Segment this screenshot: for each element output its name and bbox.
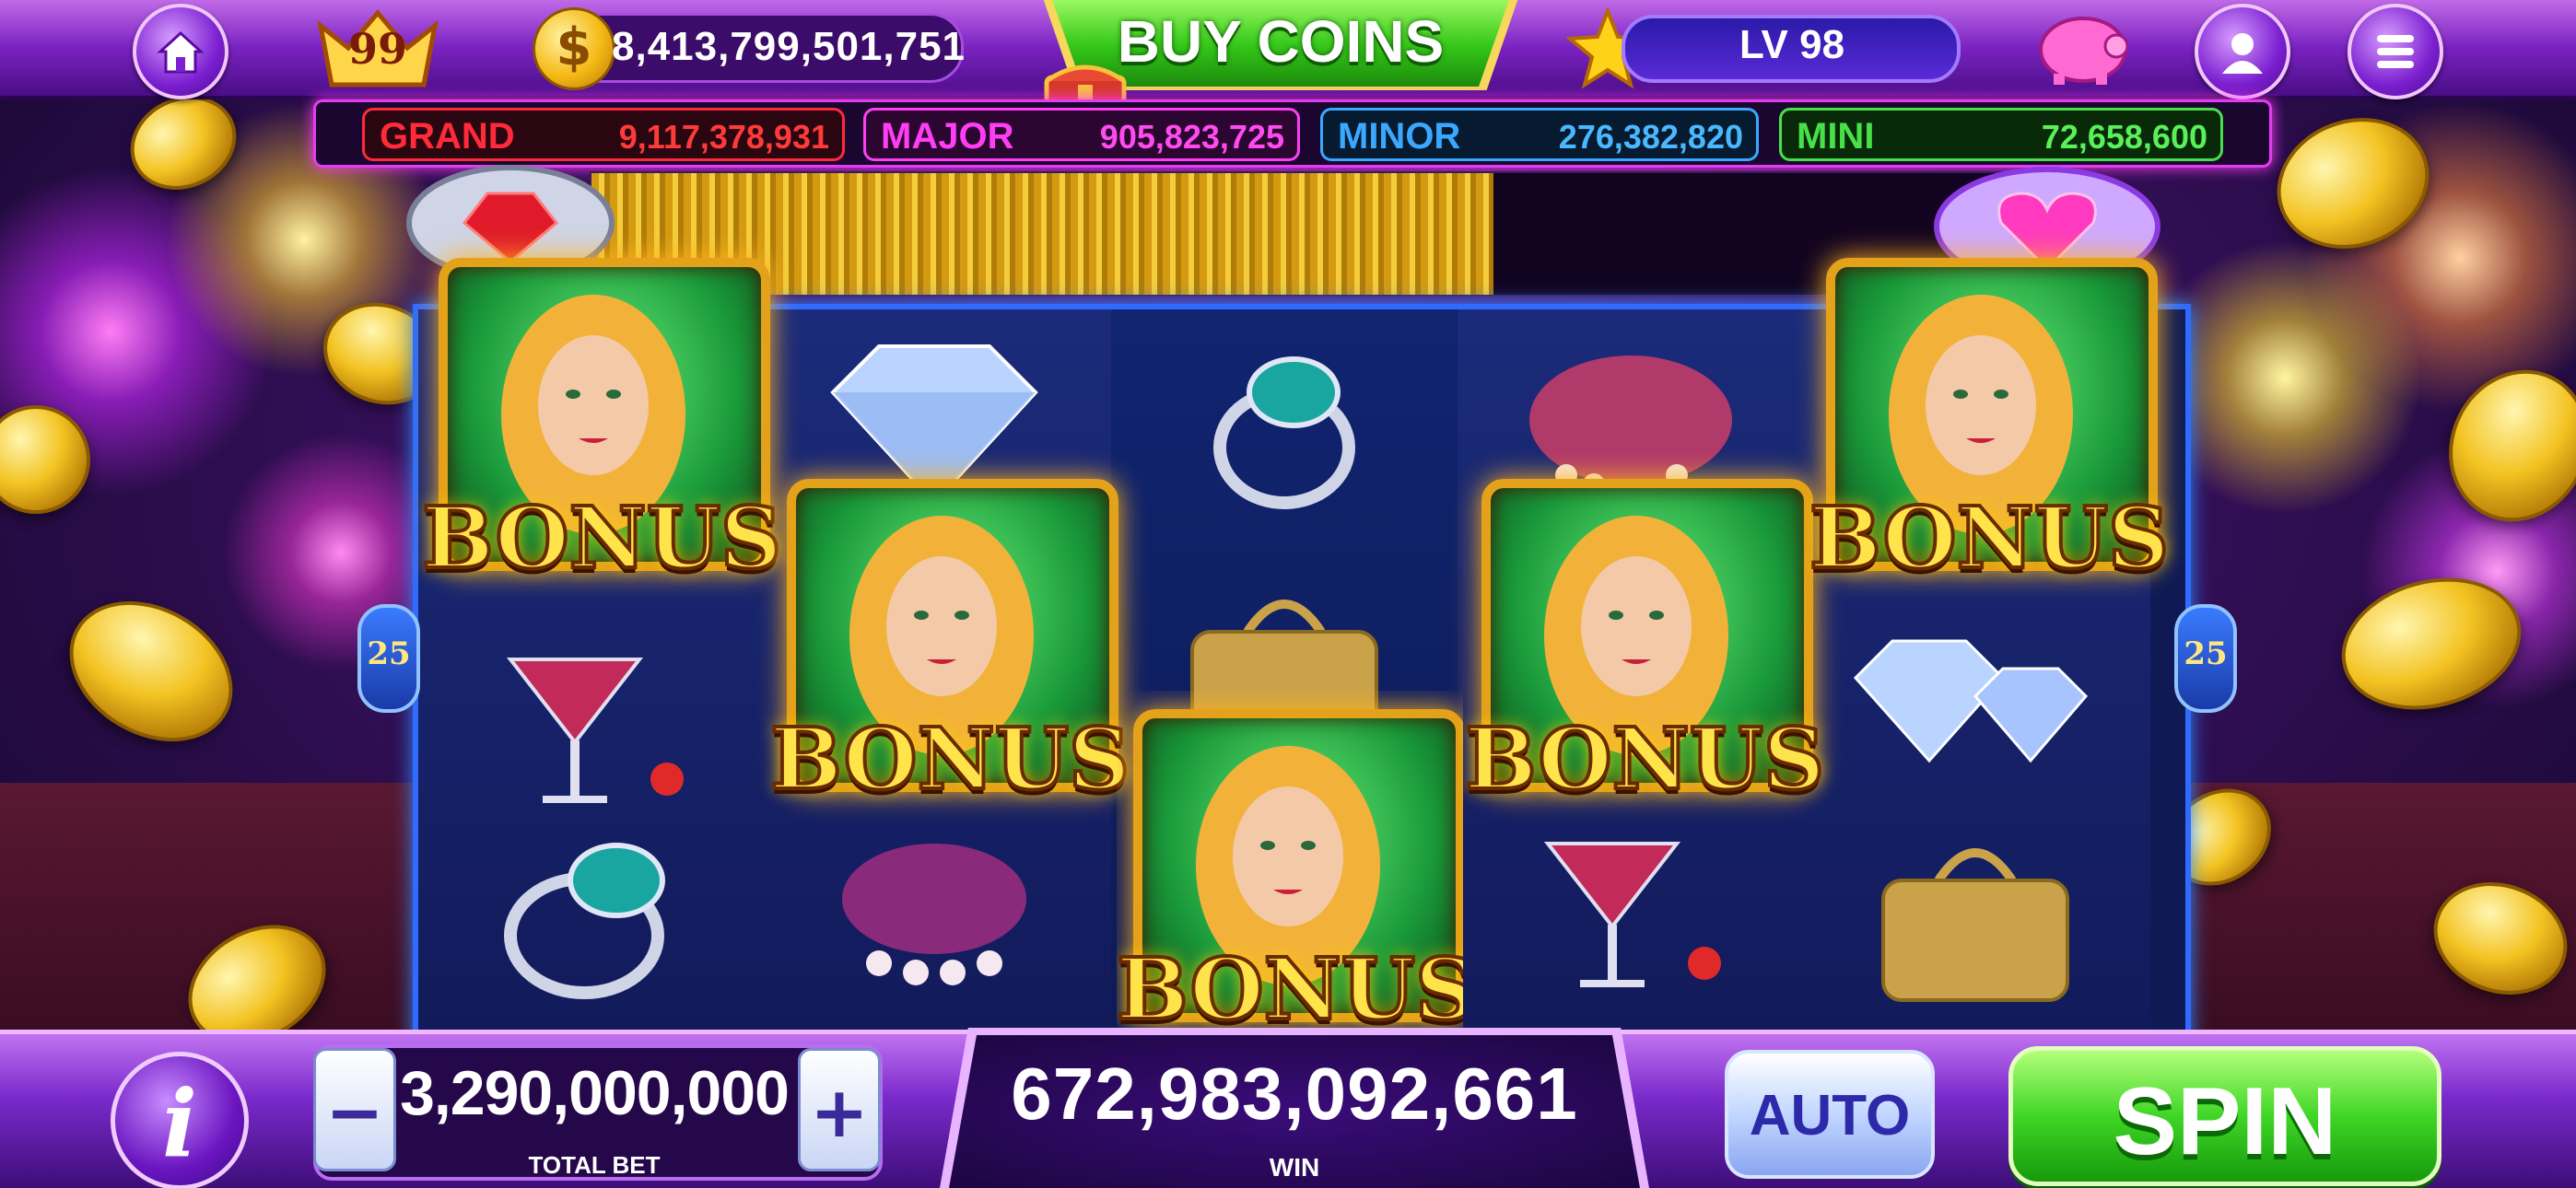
jackpot-grand: GRAND 9,117,378,931: [362, 108, 845, 161]
jackpot-value: 72,658,600: [2041, 118, 2207, 156]
profile-button[interactable]: [2195, 4, 2290, 99]
home-icon: [157, 30, 205, 74]
jackpot-value: 9,117,378,931: [618, 118, 829, 156]
plus-icon: +: [810, 1071, 869, 1153]
spin-button[interactable]: SPIN: [2008, 1046, 2441, 1186]
jackpot-bar: GRAND 9,117,378,931 MAJOR 905,823,725 MI…: [313, 99, 2272, 168]
auto-label: AUTO: [1749, 1084, 1911, 1147]
slot-game-screen: 99 $ 8,413,799,501,751 BUY COINS LV 98 G…: [0, 0, 2576, 1188]
bonus-label: BONUS: [1117, 938, 1463, 1031]
bonus-symbol: BONUS: [1808, 239, 2171, 608]
jackpot-name: MINI: [1797, 116, 1875, 157]
decrease-bet-button[interactable]: −: [313, 1048, 396, 1171]
jackpot-name: MAJOR: [881, 116, 1014, 157]
handbag-symbol: [1881, 848, 2069, 1002]
jackpot-name: GRAND: [380, 116, 515, 157]
payline-badge-right: 25: [2174, 604, 2237, 713]
bonus-progress-meter: [590, 171, 2003, 297]
increase-bet-button[interactable]: +: [798, 1048, 881, 1171]
gold-coin-decoration: [44, 573, 258, 770]
vip-level: 99: [347, 24, 407, 74]
jackpot-mini: MINI 72,658,600: [1779, 108, 2223, 161]
info-button[interactable]: i: [111, 1052, 249, 1188]
jackpot-name: MINOR: [1338, 116, 1461, 157]
jackpot-minor: MINOR 276,382,820: [1320, 108, 1759, 161]
bonus-label: BONUS: [420, 486, 783, 589]
bonus-label: BONUS: [1808, 486, 2171, 589]
payline-count: 25: [367, 635, 411, 672]
jackpot-value: 276,382,820: [1558, 118, 1743, 156]
cocktail-symbol: [506, 658, 684, 803]
info-icon: i: [162, 1069, 197, 1178]
bonus-label: BONUS: [1463, 707, 1826, 810]
coin-icon: $: [533, 7, 615, 90]
cocktail-symbol: [1543, 842, 1721, 987]
piggy-bank-button[interactable]: [2032, 9, 2133, 87]
bonus-label: BONUS: [768, 707, 1131, 810]
bonus-symbol: BONUS: [420, 239, 783, 608]
player-level: LV 98: [1739, 22, 1845, 67]
ring-symbol: [504, 843, 665, 999]
total-bet-label: TOTAL BET: [528, 1151, 661, 1179]
pearls-symbol: [842, 844, 1026, 985]
spin-label: SPIN: [2113, 1068, 2337, 1175]
ring-symbol: [1213, 356, 1355, 509]
jackpot-value: 905,823,725: [1099, 118, 1284, 156]
total-bet-value: 3,290,000,000: [400, 1058, 790, 1128]
diamonds-symbol: [1853, 639, 2089, 763]
bonus-symbol: BONUS: [1117, 691, 1463, 1031]
coin-balance: 8,413,799,501,751: [612, 24, 966, 69]
home-button[interactable]: [133, 4, 228, 99]
payline-count: 25: [2184, 635, 2228, 672]
profile-icon: [2222, 33, 2263, 74]
menu-icon: [2377, 35, 2414, 68]
payline-badge-left: 25: [357, 604, 420, 713]
bonus-symbol: BONUS: [1463, 460, 1826, 829]
jackpot-major: MAJOR 905,823,725: [863, 108, 1300, 161]
bonus-symbol: BONUS: [768, 460, 1131, 829]
win-amount: 672,983,092,661: [1011, 1053, 1578, 1135]
minus-icon: −: [325, 1071, 384, 1153]
auto-spin-button[interactable]: AUTO: [1725, 1050, 1935, 1179]
win-label: WIN: [1269, 1153, 1320, 1182]
menu-button[interactable]: [2348, 4, 2443, 99]
